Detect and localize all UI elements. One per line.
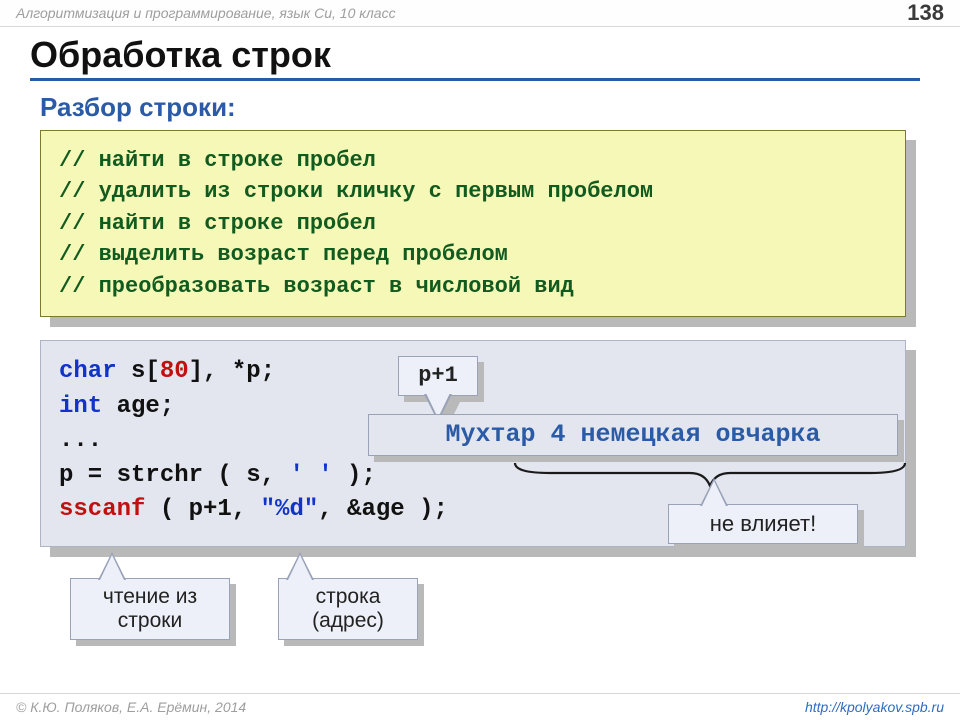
bottom-bar: © К.Ю. Поляков, Е.А. Ерёмин, 2014 http:/… (0, 693, 960, 720)
footer-url: http://kpolyakov.spb.ru (805, 699, 944, 715)
top-bar: Алгоритмизация и программирование, язык … (0, 0, 960, 27)
code-line: ... (59, 427, 102, 454)
breadcrumb: Алгоритмизация и программирование, язык … (16, 5, 396, 21)
comment-line: // преобразовать возраст в числовой вид (59, 271, 887, 302)
title-underline (30, 78, 920, 81)
code-line: sscanf ( p+1, "%d", &age ); (59, 496, 448, 523)
slide: Алгоритмизация и программирование, язык … (0, 0, 960, 720)
code-line: int age; (59, 393, 174, 420)
comment-line: // найти в строке пробел (59, 145, 887, 176)
callout-example-string: Мухтар 4 немецкая овчарка (368, 414, 898, 456)
page-number: 138 (907, 0, 944, 26)
callout-pplus1: p+1 (398, 356, 478, 396)
subtitle: Разбор строки: (40, 92, 236, 123)
copyright: © К.Ю. Поляков, Е.А. Ерёмин, 2014 (16, 699, 246, 715)
comment-line: // удалить из строки кличку с первым про… (59, 176, 887, 207)
callout-no-effect: не влияет! (668, 504, 858, 544)
comment-line: // найти в строке пробел (59, 208, 887, 239)
code-line: p = strchr ( s, ' ' ); (59, 462, 376, 489)
page-title: Обработка строк (30, 34, 331, 76)
comment-line: // выделить возраст перед пробелом (59, 239, 887, 270)
callout-read-from-string: чтение из строки (70, 578, 230, 640)
callout-string-address: строка (адрес) (278, 578, 418, 640)
code-line: char s[80], *p; (59, 358, 275, 385)
comments-box: // найти в строке пробел // удалить из с… (40, 130, 906, 317)
